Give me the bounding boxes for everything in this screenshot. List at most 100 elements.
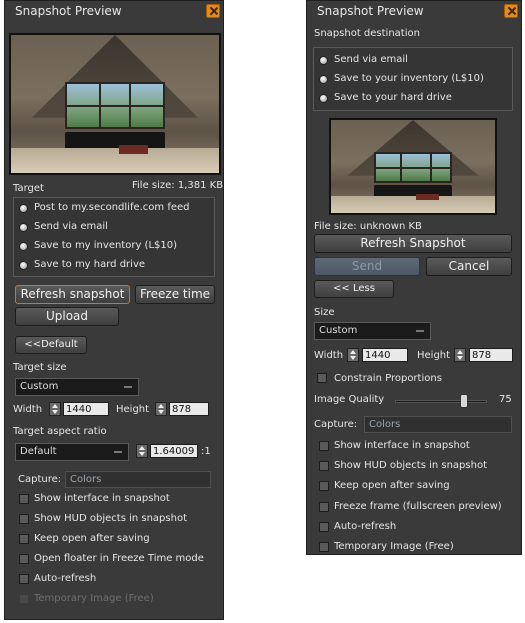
snapshot-preview-floater-right: Snapshot Preview Snapshot destination Se… (306, 0, 522, 555)
window-title: Snapshot Preview (317, 4, 424, 18)
size-label: Size (314, 307, 335, 318)
radio-save-hard-drive[interactable] (19, 261, 28, 270)
dropdown-value: Colors (70, 474, 102, 485)
width-spinner[interactable] (49, 402, 61, 416)
checkbox-freeze-frame[interactable] (319, 502, 329, 512)
aspect-ratio-label: Target aspect ratio (13, 426, 107, 437)
target-radio-group: Post to my.secondlife.com feed Send via … (13, 197, 215, 277)
checkbox-keep-open[interactable] (319, 481, 329, 491)
snapshot-thumbnail (329, 118, 497, 215)
target-size-dropdown[interactable]: Custom (15, 378, 139, 396)
close-icon[interactable] (206, 4, 220, 18)
size-dropdown[interactable]: Custom (314, 322, 431, 340)
radio-send-email[interactable] (319, 56, 328, 65)
aspect-suffix: :1 (201, 446, 211, 457)
height-field[interactable]: 878 (169, 402, 209, 416)
dropdown-value: Custom (20, 381, 59, 392)
dropdown-value: Default (20, 446, 57, 457)
checkbox-show-interface[interactable] (319, 441, 329, 451)
width-label: Width (13, 404, 43, 415)
chevron-down-icon (114, 451, 122, 453)
checkbox-label: Open floater in Freeze Time mode (34, 553, 204, 564)
target-size-label: Target size (13, 362, 67, 373)
aspect-ratio-dropdown[interactable]: Default (15, 443, 129, 461)
destination-radio-group: Send via email Save to your inventory (L… (313, 47, 513, 111)
checkbox-show-hud[interactable] (19, 514, 29, 524)
capture-label: Capture: (314, 419, 358, 430)
close-icon[interactable] (504, 4, 518, 18)
radio-label: Save to your inventory (L$10) (334, 73, 484, 84)
checkbox-constrain-proportions[interactable] (317, 373, 327, 383)
width-field[interactable]: 1440 (362, 348, 408, 362)
height-field[interactable]: 878 (469, 348, 513, 362)
checkbox-label: Keep open after saving (34, 533, 150, 544)
width-spinner[interactable] (347, 348, 359, 362)
capture-label: Capture: (18, 474, 62, 485)
height-label: Height (417, 350, 451, 361)
cancel-button[interactable]: Cancel (426, 257, 512, 276)
radio-save-inventory[interactable] (319, 75, 328, 84)
file-size-label: File size: 1,381 KB (132, 180, 224, 191)
snapshot-preview-floater-left: Snapshot Preview Target File size: 1,381… (4, 0, 224, 620)
checkbox-label: Temporary Image (Free) (334, 541, 454, 552)
image-quality-slider-thumb[interactable] (460, 394, 468, 408)
checkbox-label: Show interface in snapshot (334, 440, 470, 451)
image-quality-value: 75 (499, 394, 512, 405)
checkbox-temporary-image (19, 594, 29, 604)
title-bar[interactable]: Snapshot Preview (5, 1, 223, 21)
dropdown-value: Custom (319, 325, 358, 336)
radio-save-hard-drive[interactable] (319, 94, 328, 103)
checkbox-auto-refresh[interactable] (19, 574, 29, 584)
refresh-snapshot-button[interactable]: Refresh Snapshot (314, 234, 512, 253)
checkbox-label: Freeze frame (fullscreen preview) (334, 501, 502, 512)
aspect-ratio-field[interactable]: 1.64009 (150, 444, 198, 458)
chevron-down-icon (124, 386, 132, 388)
target-label: Target (13, 183, 44, 194)
checkbox-label: Auto-refresh (34, 573, 97, 584)
destination-label: Snapshot destination (314, 28, 420, 39)
checkbox-auto-refresh[interactable] (319, 522, 329, 532)
send-button: Send (314, 257, 420, 276)
checkbox-label: Auto-refresh (334, 521, 397, 532)
checkbox-freeze-time-mode[interactable] (19, 554, 29, 564)
refresh-snapshot-button[interactable]: Refresh snapshot (15, 285, 130, 304)
checkbox-label: Keep open after saving (334, 480, 450, 491)
radio-post-feed[interactable] (19, 204, 28, 213)
chevron-down-icon (416, 330, 424, 332)
capture-dropdown[interactable]: Colors (364, 416, 512, 433)
radio-label: Save to my hard drive (34, 259, 146, 270)
capture-dropdown[interactable]: Colors (65, 471, 211, 488)
radio-label: Post to my.secondlife.com feed (34, 202, 190, 213)
less-button[interactable]: << Less (314, 280, 394, 298)
width-field[interactable]: 1440 (63, 402, 109, 416)
image-quality-label: Image Quality (314, 394, 385, 405)
radio-label: Save to my inventory (L$10) (34, 240, 178, 251)
dropdown-value: Colors (369, 419, 401, 430)
default-button[interactable]: <<Default (15, 336, 87, 354)
width-label: Width (314, 350, 344, 361)
checkbox-temporary-image[interactable] (319, 542, 329, 552)
aspect-spinner[interactable] (136, 444, 148, 458)
constrain-label: Constrain Proportions (334, 373, 442, 384)
radio-label: Send via email (334, 54, 408, 65)
checkbox-label: Temporary Image (Free) (34, 593, 154, 604)
window-title: Snapshot Preview (15, 4, 122, 18)
snapshot-thumbnail (9, 33, 221, 175)
radio-label: Send via email (34, 221, 108, 232)
checkbox-keep-open[interactable] (19, 534, 29, 544)
image-quality-slider[interactable] (395, 400, 487, 403)
radio-send-email[interactable] (19, 223, 28, 232)
checkbox-show-interface[interactable] (19, 494, 29, 504)
height-spinner[interactable] (454, 348, 466, 362)
title-bar[interactable]: Snapshot Preview (307, 1, 521, 21)
radio-save-inventory[interactable] (19, 242, 28, 251)
radio-label: Save to your hard drive (334, 92, 452, 103)
freeze-time-button[interactable]: Freeze time (135, 285, 215, 304)
height-label: Height (116, 404, 150, 415)
checkbox-label: Show interface in snapshot (34, 493, 170, 504)
upload-button[interactable]: Upload (15, 307, 119, 326)
checkbox-show-hud[interactable] (319, 461, 329, 471)
checkbox-label: Show HUD objects in snapshot (34, 513, 187, 524)
checkbox-label: Show HUD objects in snapshot (334, 460, 487, 471)
height-spinner[interactable] (155, 402, 167, 416)
